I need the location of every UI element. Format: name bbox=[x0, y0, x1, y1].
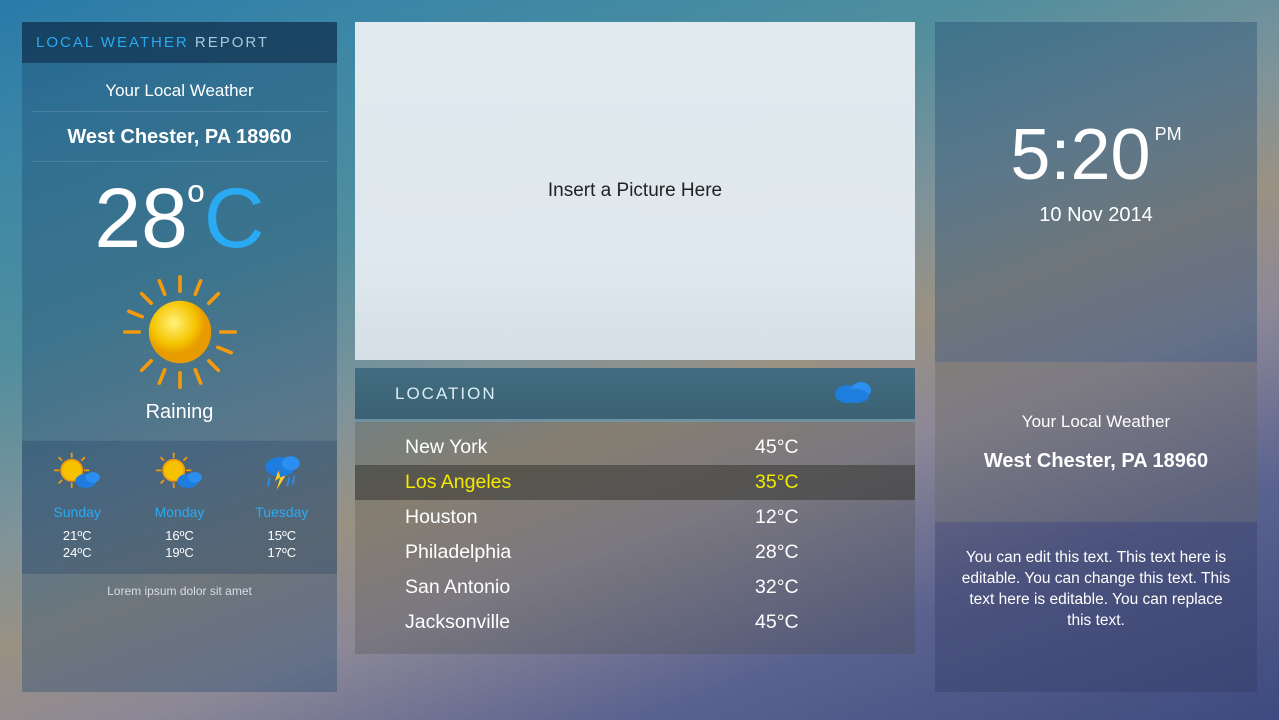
panel-title: LOCAL WEATHER REPORT bbox=[22, 22, 337, 63]
temperature-value: 28 bbox=[94, 176, 187, 260]
right-location: West Chester, PA 18960 bbox=[935, 450, 1257, 473]
location-row-name: Jacksonville bbox=[355, 611, 755, 634]
forecast-day-name: Tuesday bbox=[231, 504, 332, 520]
location-row[interactable]: New York45°C bbox=[355, 430, 915, 465]
clock-time: 5:20 bbox=[1010, 114, 1150, 196]
location-row-temp: 45°C bbox=[755, 436, 915, 459]
forecast-day: Sunday 21ºC24ºC bbox=[27, 451, 128, 562]
panel-title-suffix: REPORT bbox=[189, 34, 269, 51]
right-panel: 5:20PM 10 Nov 2014 Your Local Weather We… bbox=[935, 22, 1257, 692]
location-row-temp: 12°C bbox=[755, 506, 915, 529]
location-row-temp: 32°C bbox=[755, 576, 915, 599]
forecast-day-temps: 15ºC17ºC bbox=[231, 528, 332, 562]
cloud-icon bbox=[831, 378, 875, 409]
sun-cloud-icon bbox=[50, 482, 104, 499]
clock-ampm: PM bbox=[1155, 124, 1182, 145]
storm-icon bbox=[255, 482, 309, 499]
location-row[interactable]: San Antonio32°C bbox=[355, 570, 915, 605]
forecast-day: Monday 16ºC19ºC bbox=[129, 451, 230, 562]
right-subtitle: Your Local Weather bbox=[935, 412, 1257, 432]
forecast-day-name: Monday bbox=[129, 504, 230, 520]
location-row[interactable]: Philadelphia28°C bbox=[355, 535, 915, 570]
location-row-name: Houston bbox=[355, 506, 755, 529]
sun-icon bbox=[22, 266, 337, 399]
location-row-temp: 45°C bbox=[755, 611, 915, 634]
forecast-day: Tuesday 15ºC17ºC bbox=[231, 451, 332, 562]
location-row-name: Los Angeles bbox=[355, 471, 755, 494]
temperature-unit: C bbox=[204, 176, 265, 260]
location-header: LOCATION bbox=[355, 368, 915, 422]
location-row[interactable]: Houston12°C bbox=[355, 500, 915, 535]
location-panel: LOCATION New York45°CLos Angeles35°CHous… bbox=[355, 368, 915, 654]
location-row[interactable]: Jacksonville45°C bbox=[355, 605, 915, 640]
location-row-name: New York bbox=[355, 436, 755, 459]
location-row-temp: 35°C bbox=[755, 471, 915, 494]
temperature-degree: º bbox=[188, 180, 204, 224]
left-panel: LOCAL WEATHER REPORT Your Local Weather … bbox=[22, 22, 337, 692]
condition-label: Raining bbox=[22, 399, 337, 440]
right-location-box: Your Local Weather West Chester, PA 1896… bbox=[935, 362, 1257, 522]
location-header-label: LOCATION bbox=[395, 384, 497, 404]
temperature: 28ºC bbox=[22, 162, 337, 266]
location-name: West Chester, PA 18960 bbox=[32, 112, 327, 162]
clock-box: 5:20PM 10 Nov 2014 bbox=[935, 22, 1257, 362]
location-row[interactable]: Los Angeles35°C bbox=[355, 465, 915, 500]
footnote: Lorem ipsum dolor sit amet bbox=[22, 574, 337, 608]
picture-placeholder-text: Insert a Picture Here bbox=[548, 180, 722, 202]
location-row-name: San Antonio bbox=[355, 576, 755, 599]
blurb: You can edit this text. This text here i… bbox=[935, 522, 1257, 692]
picture-placeholder[interactable]: Insert a Picture Here bbox=[355, 22, 915, 360]
forecast-row: Sunday 21ºC24ºC Monday 16ºC19ºC bbox=[22, 440, 337, 574]
forecast-day-temps: 16ºC19ºC bbox=[129, 528, 230, 562]
panel-title-prefix: LOCAL WEATHER bbox=[36, 34, 189, 51]
location-row-temp: 28°C bbox=[755, 541, 915, 564]
clock-date: 10 Nov 2014 bbox=[935, 204, 1257, 227]
forecast-day-name: Sunday bbox=[27, 504, 128, 520]
location-row-name: Philadelphia bbox=[355, 541, 755, 564]
sun-cloud-icon bbox=[152, 482, 206, 499]
forecast-day-temps: 21ºC24ºC bbox=[27, 528, 128, 562]
location-list: New York45°CLos Angeles35°CHouston12°CPh… bbox=[355, 422, 915, 654]
subtitle: Your Local Weather bbox=[32, 63, 327, 112]
